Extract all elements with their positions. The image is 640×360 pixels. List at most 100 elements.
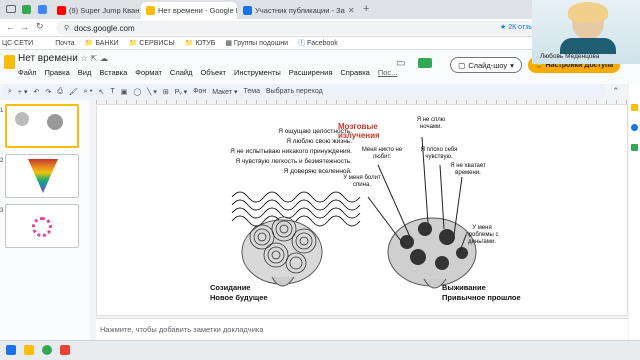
bookmark-item[interactable]: ▦ Группы подошни: [225, 39, 288, 47]
menu-last-edit[interactable]: Пос...: [378, 68, 398, 77]
menu-tools[interactable]: Инструменты: [234, 68, 281, 77]
menu-file[interactable]: Файл: [18, 68, 36, 77]
pinned-tab-icon[interactable]: [38, 5, 47, 14]
caption-left-title: Созидание: [210, 283, 251, 292]
slideshow-button[interactable]: ▢ Слайд-шоу ▾: [450, 57, 522, 73]
address-bar[interactable]: ⚲ docs.google.com: [56, 21, 536, 35]
affirmation-line: Я доверяю вселенной.: [283, 168, 352, 175]
tab-youtube[interactable]: (9) Super Jump Квантовый: [52, 2, 140, 19]
ruler: [96, 100, 628, 104]
bookmark-folder[interactable]: 📁 БАНКИ: [85, 39, 119, 47]
affirmation-line: Я чувствую легкость и безмятежность.: [235, 158, 352, 165]
layout-label: Макет: [212, 88, 233, 96]
slide-heading: Мозговые излучения: [338, 122, 380, 140]
menu-format[interactable]: Формат: [135, 68, 162, 77]
bookmark-label: Почта: [55, 39, 75, 47]
menu-bar: Файл Правка Вид Вставка Формат Слайд Объ…: [18, 68, 397, 77]
back-icon[interactable]: ←: [6, 22, 15, 32]
bookmark-folder[interactable]: 📁 ЮТУБ: [185, 39, 216, 47]
theme-button[interactable]: Тема: [243, 88, 259, 95]
tab-slides[interactable]: Нет времени - Google Пр ✕: [141, 2, 237, 19]
collapse-icon[interactable]: ⌃: [612, 86, 620, 97]
affirmation-line: Я люблю свою жизнь.: [286, 138, 352, 145]
tasks-icon[interactable]: [631, 124, 638, 131]
presenter-hair: [568, 2, 608, 22]
slide-thumbnail[interactable]: [5, 104, 79, 148]
slide-thumbnail[interactable]: [5, 154, 79, 198]
add-icon[interactable]: + ▾: [18, 88, 28, 96]
caption-right-title: Выживание: [442, 283, 486, 292]
background-button[interactable]: Фон: [193, 88, 206, 95]
speaker-notes[interactable]: Нажмите, чтобы добавить заметки докладчи…: [96, 318, 628, 340]
move-icon[interactable]: ⇱: [91, 54, 98, 63]
tab-label: (9) Super Jump Квантовый: [69, 6, 140, 15]
print-icon[interactable]: ⎙: [57, 88, 63, 96]
thumb-brain-left: [15, 112, 29, 126]
explorer-icon[interactable]: [24, 345, 34, 355]
caption-right-subtitle: Привычное прошлое: [442, 293, 521, 302]
meet-icon[interactable]: [418, 58, 432, 68]
doc-title[interactable]: Нет времени ☆ ⇱ ☁: [18, 53, 108, 64]
menu-view[interactable]: Вид: [78, 68, 92, 77]
slides-logo-icon[interactable]: [4, 55, 15, 69]
youtube-icon: [57, 6, 66, 15]
tab-search-icon[interactable]: [6, 5, 16, 13]
menu-object[interactable]: Объект: [200, 68, 226, 77]
bookmark-label: Facebook: [307, 40, 338, 47]
os-taskbar: [0, 340, 640, 360]
affirmation-line: Я ощущаю целостность.: [278, 128, 352, 135]
start-icon[interactable]: [6, 345, 16, 355]
search-menus-icon[interactable]: ⌕: [8, 88, 12, 96]
layout-button[interactable]: Макет ▾: [212, 88, 237, 96]
menu-edit[interactable]: Правка: [44, 68, 69, 77]
bookmark-item[interactable]: ⓕ Facebook: [298, 38, 338, 48]
pen-icon[interactable]: Pᵥ ▾: [175, 88, 187, 96]
bookmark-label: Группы подошни: [233, 40, 289, 47]
chrome-icon[interactable]: [42, 345, 52, 355]
close-icon[interactable]: ✕: [348, 6, 355, 15]
zoom-icon[interactable]: ⌕ ▾: [84, 88, 93, 96]
menu-slide[interactable]: Слайд: [170, 68, 193, 77]
cloud-icon[interactable]: ☁: [100, 54, 108, 63]
problem-label: Я плохо себя чувствую.: [420, 147, 458, 160]
image-icon[interactable]: ▣: [121, 88, 128, 96]
menu-insert[interactable]: Вставка: [99, 68, 127, 77]
select-icon[interactable]: ↖: [99, 88, 105, 96]
slide-thumbnail[interactable]: [5, 204, 79, 248]
textbox-icon[interactable]: T: [110, 88, 114, 95]
redo-icon[interactable]: ↷: [45, 88, 51, 96]
shape-icon[interactable]: ◯: [133, 88, 141, 96]
comments-icon[interactable]: ▭: [396, 58, 405, 69]
calendar-icon[interactable]: [631, 144, 638, 151]
line-icon[interactable]: ╲ ▾: [147, 88, 157, 96]
transition-button[interactable]: Выбрать переход: [266, 88, 323, 95]
site-info-icon[interactable]: ⚲: [64, 24, 69, 32]
forward-icon[interactable]: →: [20, 22, 29, 32]
new-tab-icon[interactable]: +: [363, 3, 369, 15]
bookmark-folder[interactable]: 📁 СЕРВИСЫ: [129, 39, 175, 47]
comment-add-icon[interactable]: ⊞: [163, 88, 169, 96]
slide-content[interactable]: Я ощущаю целостность. Я люблю свою жизнь…: [192, 117, 533, 310]
bookmark-item[interactable]: Почта: [43, 40, 74, 47]
left-brainstem: [271, 276, 295, 287]
paint-format-icon[interactable]: 🖌: [69, 88, 78, 96]
tab-publication[interactable]: Участник публикации - За ✕: [238, 2, 358, 19]
caption-right: Выживание Привычное прошлое: [442, 283, 521, 303]
left-brain: [241, 219, 323, 285]
keep-icon[interactable]: [631, 104, 638, 111]
problem-label: Я не сплю ночами.: [416, 117, 446, 130]
reload-icon[interactable]: ↻: [36, 21, 44, 32]
bookmark-item[interactable]: ЦС СЕТИ: [2, 40, 33, 47]
thumb-brain-right: [47, 114, 63, 130]
slides-icon: [146, 6, 155, 15]
star-icon[interactable]: ☆: [81, 54, 88, 63]
positive-affirmations: Я ощущаю целостность. Я люблю свою жизнь…: [222, 127, 352, 177]
bookmark-label: ЮТУБ: [195, 40, 216, 47]
presenter-shoulders: [560, 38, 616, 54]
pinned-tab-icon[interactable]: [22, 5, 31, 14]
menu-extensions[interactable]: Расширения: [289, 68, 333, 77]
undo-icon[interactable]: ↶: [33, 88, 39, 96]
app-icon[interactable]: [60, 345, 70, 355]
caption-left-subtitle: Новое будущее: [210, 293, 268, 302]
menu-help[interactable]: Справка: [340, 68, 369, 77]
